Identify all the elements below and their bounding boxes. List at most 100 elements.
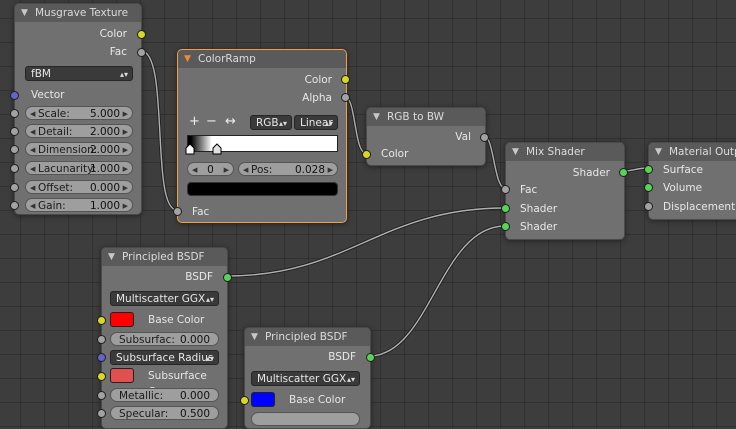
musgrave-type-dropdown[interactable]: fBM ▴▾ — [25, 66, 133, 81]
input-subsurface-socket[interactable] — [97, 335, 106, 344]
output-alpha-socket[interactable] — [341, 93, 350, 102]
output-shader-label: Shader — [572, 167, 610, 179]
color-mode-dropdown[interactable]: RGB ▴▾ — [250, 115, 292, 130]
add-stop-button[interactable]: + — [189, 114, 200, 129]
input-gain-socket[interactable] — [10, 201, 19, 210]
node-header[interactable]: ▼ Principled BSDF — [102, 248, 227, 266]
output-val-row: Val — [367, 128, 485, 146]
ramp-stop-handle-icon[interactable] — [212, 143, 222, 155]
input-shader1-socket[interactable] — [501, 204, 510, 213]
input-shader1-row: Shader — [506, 200, 624, 218]
stop-index-field[interactable]: ◀ 0 ▶ — [187, 162, 234, 176]
input-detail-socket[interactable] — [10, 127, 19, 136]
next-field-partial[interactable] — [251, 412, 360, 426]
collapse-triangle-icon[interactable]: ▼ — [251, 328, 258, 346]
node-header[interactable]: ▼ RGB to BW — [367, 108, 485, 126]
material-output-node[interactable]: ▼ Material Output Surface Volume Displac… — [644, 142, 736, 220]
stop-position-field[interactable]: ◀ Pos: 0.028 ▶ — [238, 162, 338, 176]
ramp-stop-handle-icon[interactable] — [185, 143, 195, 155]
updown-arrows-icon: ▴▾ — [324, 119, 333, 128]
input-volume-row: Volume — [649, 179, 736, 197]
specular-field[interactable]: Specular: 0.500 — [110, 406, 219, 420]
dropdown-value: RGB — [256, 117, 279, 129]
output-bsdf-socket[interactable] — [223, 273, 232, 282]
output-bsdf-row: BSDF — [245, 348, 370, 366]
input-lacunarity-socket[interactable] — [10, 164, 19, 173]
field-label: Lacunarity: — [38, 163, 97, 175]
node-title: Material Output — [669, 146, 736, 158]
collapse-triangle-icon[interactable]: ▼ — [373, 108, 380, 126]
input-specular-socket[interactable] — [97, 409, 106, 418]
base-color-swatch[interactable] — [251, 392, 275, 407]
offset-field[interactable]: ◀ Offset: 0.000 ▶ — [25, 180, 133, 194]
updown-arrows-icon: ▴▾ — [346, 375, 355, 384]
input-base-color-socket[interactable] — [97, 316, 106, 325]
node-header[interactable]: ▼ ColorRamp — [178, 50, 346, 68]
input-scale-socket[interactable] — [10, 109, 19, 118]
collapse-triangle-icon[interactable]: ▼ — [21, 4, 28, 22]
lacunarity-field[interactable]: ◀ Lacunarity: 1.000 ▶ — [25, 161, 133, 175]
input-volume-socket[interactable] — [644, 183, 653, 192]
node-header[interactable]: ▼ Principled BSDF — [245, 328, 370, 346]
collapse-triangle-icon[interactable]: ▼ — [655, 143, 662, 161]
input-vector-socket[interactable] — [10, 91, 19, 100]
rgb-to-bw-node[interactable]: ▼ RGB to BW Val Color — [362, 107, 489, 166]
output-shader-socket[interactable] — [619, 168, 628, 177]
input-subsurface-color-socket[interactable] — [97, 372, 106, 381]
input-metallic-socket[interactable] — [97, 391, 106, 400]
distribution-dropdown[interactable]: Multiscatter GGX ▴▾ — [110, 291, 219, 306]
field-value: 0.000 — [89, 182, 120, 194]
musgrave-texture-node[interactable]: ▼ Musgrave Texture Color Fac fBM ▴▾ Vect… — [10, 3, 146, 215]
input-dimension-socket[interactable] — [10, 145, 19, 154]
output-fac-socket[interactable] — [137, 48, 146, 57]
subsurface-field[interactable]: Subsurfac: 0.000 — [110, 332, 219, 346]
output-val-socket[interactable] — [480, 133, 489, 142]
input-base-color-socket[interactable] — [240, 396, 249, 405]
subsurface-color-swatch[interactable] — [110, 368, 134, 383]
gain-field[interactable]: ◀ Gain: 1.000 ▶ — [25, 198, 133, 212]
collapse-triangle-icon[interactable]: ▼ — [108, 248, 115, 266]
input-offset-socket[interactable] — [10, 183, 19, 192]
base-color-label: Base Color — [148, 314, 205, 326]
output-color-socket[interactable] — [137, 30, 146, 39]
detail-field[interactable]: ◀ Detail: 2.000 ▶ — [25, 124, 133, 138]
remove-stop-button[interactable]: − — [206, 114, 217, 129]
output-fac-row: Fac — [15, 43, 141, 61]
stop-color-swatch[interactable] — [187, 182, 338, 196]
decrement-arrow-icon: ◀ — [30, 146, 36, 154]
metallic-field[interactable]: Metallic: 0.000 — [110, 388, 219, 402]
input-fac-socket[interactable] — [501, 185, 510, 194]
output-bsdf-socket[interactable] — [366, 353, 375, 362]
input-subsurface-radius-socket[interactable] — [97, 353, 106, 362]
collapse-triangle-icon[interactable]: ▼ — [184, 50, 191, 68]
input-fac-socket[interactable] — [173, 207, 182, 216]
decrement-arrow-icon: ◀ — [30, 128, 36, 136]
input-shader2-socket[interactable] — [501, 222, 510, 231]
colorramp-node[interactable]: ▼ ColorRamp Color Alpha + − ↔ RGB ▴▾ Lin… — [173, 49, 350, 223]
principled-bsdf-node-1[interactable]: ▼ Principled BSDF BSDF Multiscatter GGX … — [97, 247, 232, 429]
color-ramp-gradient[interactable] — [187, 135, 338, 152]
output-color-socket[interactable] — [341, 75, 350, 84]
base-color-swatch[interactable] — [110, 312, 134, 327]
node-header[interactable]: ▼ Musgrave Texture — [15, 4, 141, 22]
distribution-dropdown[interactable]: Multiscatter GGX ▴▾ — [251, 371, 360, 386]
dimension-field[interactable]: ◀ Dimension: 2.000 ▶ — [25, 142, 133, 156]
node-title: Musgrave Texture — [35, 7, 129, 19]
input-color-socket[interactable] — [362, 150, 371, 159]
collapse-triangle-icon[interactable]: ▼ — [512, 143, 519, 161]
dropdown-value: fBM — [31, 68, 51, 80]
input-surface-socket[interactable] — [644, 165, 653, 174]
field-label: Specular: — [119, 408, 169, 420]
mix-shader-node[interactable]: ▼ Mix Shader Shader Fac Shader Shader — [501, 142, 628, 240]
input-displacement-row: Displacement — [649, 198, 736, 216]
scale-field[interactable]: ◀ Scale: 5.000 ▶ — [25, 106, 133, 120]
node-title: RGB to BW — [387, 111, 445, 123]
decrement-arrow-icon: ◀ — [30, 184, 36, 192]
input-displacement-socket[interactable] — [644, 202, 653, 211]
node-header[interactable]: ▼ Mix Shader — [506, 143, 624, 161]
subsurface-radius-field[interactable]: Subsurface Radius ▴▾ — [110, 350, 219, 365]
node-header[interactable]: ▼ Material Output — [649, 143, 736, 161]
flip-ramp-button[interactable]: ↔ — [225, 114, 236, 129]
interpolation-dropdown[interactable]: Linear ▴▾ — [294, 115, 338, 130]
principled-bsdf-node-2[interactable]: ▼ Principled BSDF BSDF Multiscatter GGX … — [240, 327, 375, 429]
